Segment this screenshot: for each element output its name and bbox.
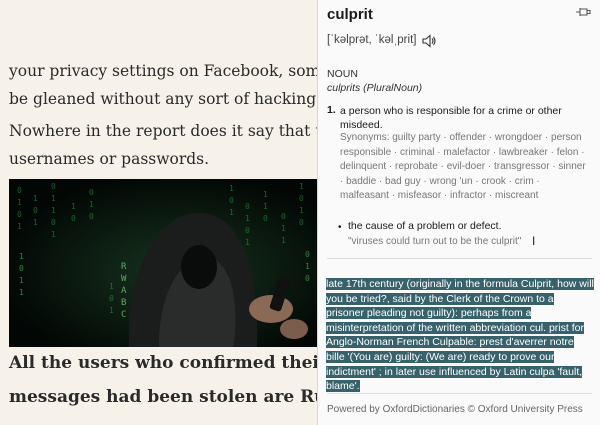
svg-text:W: W [121, 274, 127, 284]
svg-text:1: 1 [263, 190, 268, 199]
sense-1-definition: a person who is responsible for a crime … [340, 105, 562, 131]
article-paragraph-2-line-2: usernames or passwords. [9, 150, 210, 168]
sense-2-definition: the cause of a problem or defect. [348, 220, 502, 232]
svg-text:0: 0 [263, 214, 268, 223]
svg-text:0: 0 [89, 188, 94, 197]
svg-text:0: 0 [17, 186, 22, 195]
svg-text:1: 1 [109, 306, 114, 315]
article-subheading-line-1: All the users who confirmed their p [9, 353, 317, 373]
article-paragraph-2: Nowhere in the report does it say that t… [9, 117, 317, 173]
svg-text:0: 0 [299, 218, 304, 227]
svg-text:0: 0 [229, 196, 234, 205]
svg-text:0: 0 [245, 226, 250, 235]
footer-divider [327, 393, 592, 394]
powered-by-attribution: Powered by OxfordDictionaries © Oxford U… [327, 404, 583, 415]
svg-text:0: 0 [281, 212, 286, 221]
svg-text:1: 1 [299, 182, 304, 191]
article-paragraph-1: your privacy settings on Facebook, some … [9, 57, 317, 113]
svg-text:1: 1 [305, 262, 310, 271]
svg-text:1: 1 [51, 230, 56, 239]
svg-text:A: A [121, 286, 127, 296]
svg-text:1: 1 [17, 222, 22, 231]
svg-text:1: 1 [299, 206, 304, 215]
svg-text:1: 1 [263, 202, 268, 211]
svg-text:1: 1 [109, 282, 114, 291]
article-paragraph-1-line-1: your privacy settings on Facebook, some … [9, 62, 317, 80]
synonyms-list: Synonyms: guilty party · offender · wron… [340, 132, 586, 202]
svg-text:B: B [121, 298, 126, 308]
svg-text:0: 0 [19, 264, 24, 273]
svg-text:0: 0 [305, 250, 310, 259]
part-of-speech: NOUN [327, 68, 358, 80]
text-cursor-icon: I [532, 234, 536, 248]
sense-2-example: "viruses could turn out to be the culpri… [348, 236, 522, 247]
svg-text:1: 1 [51, 194, 56, 203]
svg-text:0: 0 [17, 210, 22, 219]
svg-text:1: 1 [51, 206, 56, 215]
plural-form: culprits (PluralNoun) [327, 82, 423, 94]
article-subheading-line-2: messages had been stolen are Russ [9, 387, 317, 407]
svg-text:0: 0 [109, 294, 114, 303]
svg-text:1: 1 [89, 200, 94, 209]
svg-text:1: 1 [33, 218, 38, 227]
pronunciation: [ˈkəlprət, ˈkəlˌprit] [327, 34, 417, 46]
etymology-text[interactable]: late 17th century (originally in the for… [326, 277, 594, 394]
svg-text:1: 1 [229, 184, 234, 193]
article-hero-image: 0 1 0 1 1 0 1 0 1 1 0 1 1 0 0 1 0 1 0 1 1 0 1 0 1 0 1 1 1 0 0… [9, 179, 317, 347]
speaker-icon[interactable] [421, 33, 437, 49]
svg-text:1: 1 [281, 236, 286, 245]
svg-text:0: 0 [51, 218, 56, 227]
article-paragraph-1-line-2: be gleaned without any sort of hacking. [9, 90, 317, 108]
sense-2-bullet: • [338, 222, 342, 233]
article-subheading: All the users who confirmed their p mess… [9, 346, 317, 414]
svg-text:1: 1 [245, 214, 250, 223]
svg-text:1: 1 [71, 202, 76, 211]
svg-text:R: R [121, 262, 127, 272]
dictionary-panel: culprit [ˈkəlprət, ˈkəlˌprit] NOUN culpr… [317, 0, 600, 425]
svg-text:1: 1 [17, 198, 22, 207]
svg-text:1: 1 [229, 208, 234, 217]
divider [327, 258, 592, 259]
sense-1-number: 1. [327, 104, 336, 116]
svg-text:0: 0 [245, 202, 250, 211]
svg-text:0: 0 [51, 182, 56, 191]
svg-text:0: 0 [71, 214, 76, 223]
svg-text:0: 0 [305, 274, 310, 283]
svg-text:C: C [121, 310, 126, 320]
svg-text:1: 1 [33, 194, 38, 203]
svg-text:1: 1 [19, 276, 24, 285]
svg-text:1: 1 [281, 224, 286, 233]
svg-text:1: 1 [19, 288, 24, 297]
article-view: your privacy settings on Facebook, some … [0, 0, 317, 425]
svg-text:1: 1 [19, 252, 24, 261]
article-paragraph-2-line-1: Nowhere in the report does it say that t… [9, 122, 317, 140]
pin-icon[interactable] [575, 5, 591, 19]
svg-text:0: 0 [299, 194, 304, 203]
svg-text:1: 1 [245, 238, 250, 247]
dictionary-word: culprit [327, 6, 373, 23]
svg-text:0: 0 [33, 206, 38, 215]
svg-text:0: 0 [89, 212, 94, 221]
etymology-selection[interactable]: late 17th century (originally in the for… [326, 278, 594, 393]
